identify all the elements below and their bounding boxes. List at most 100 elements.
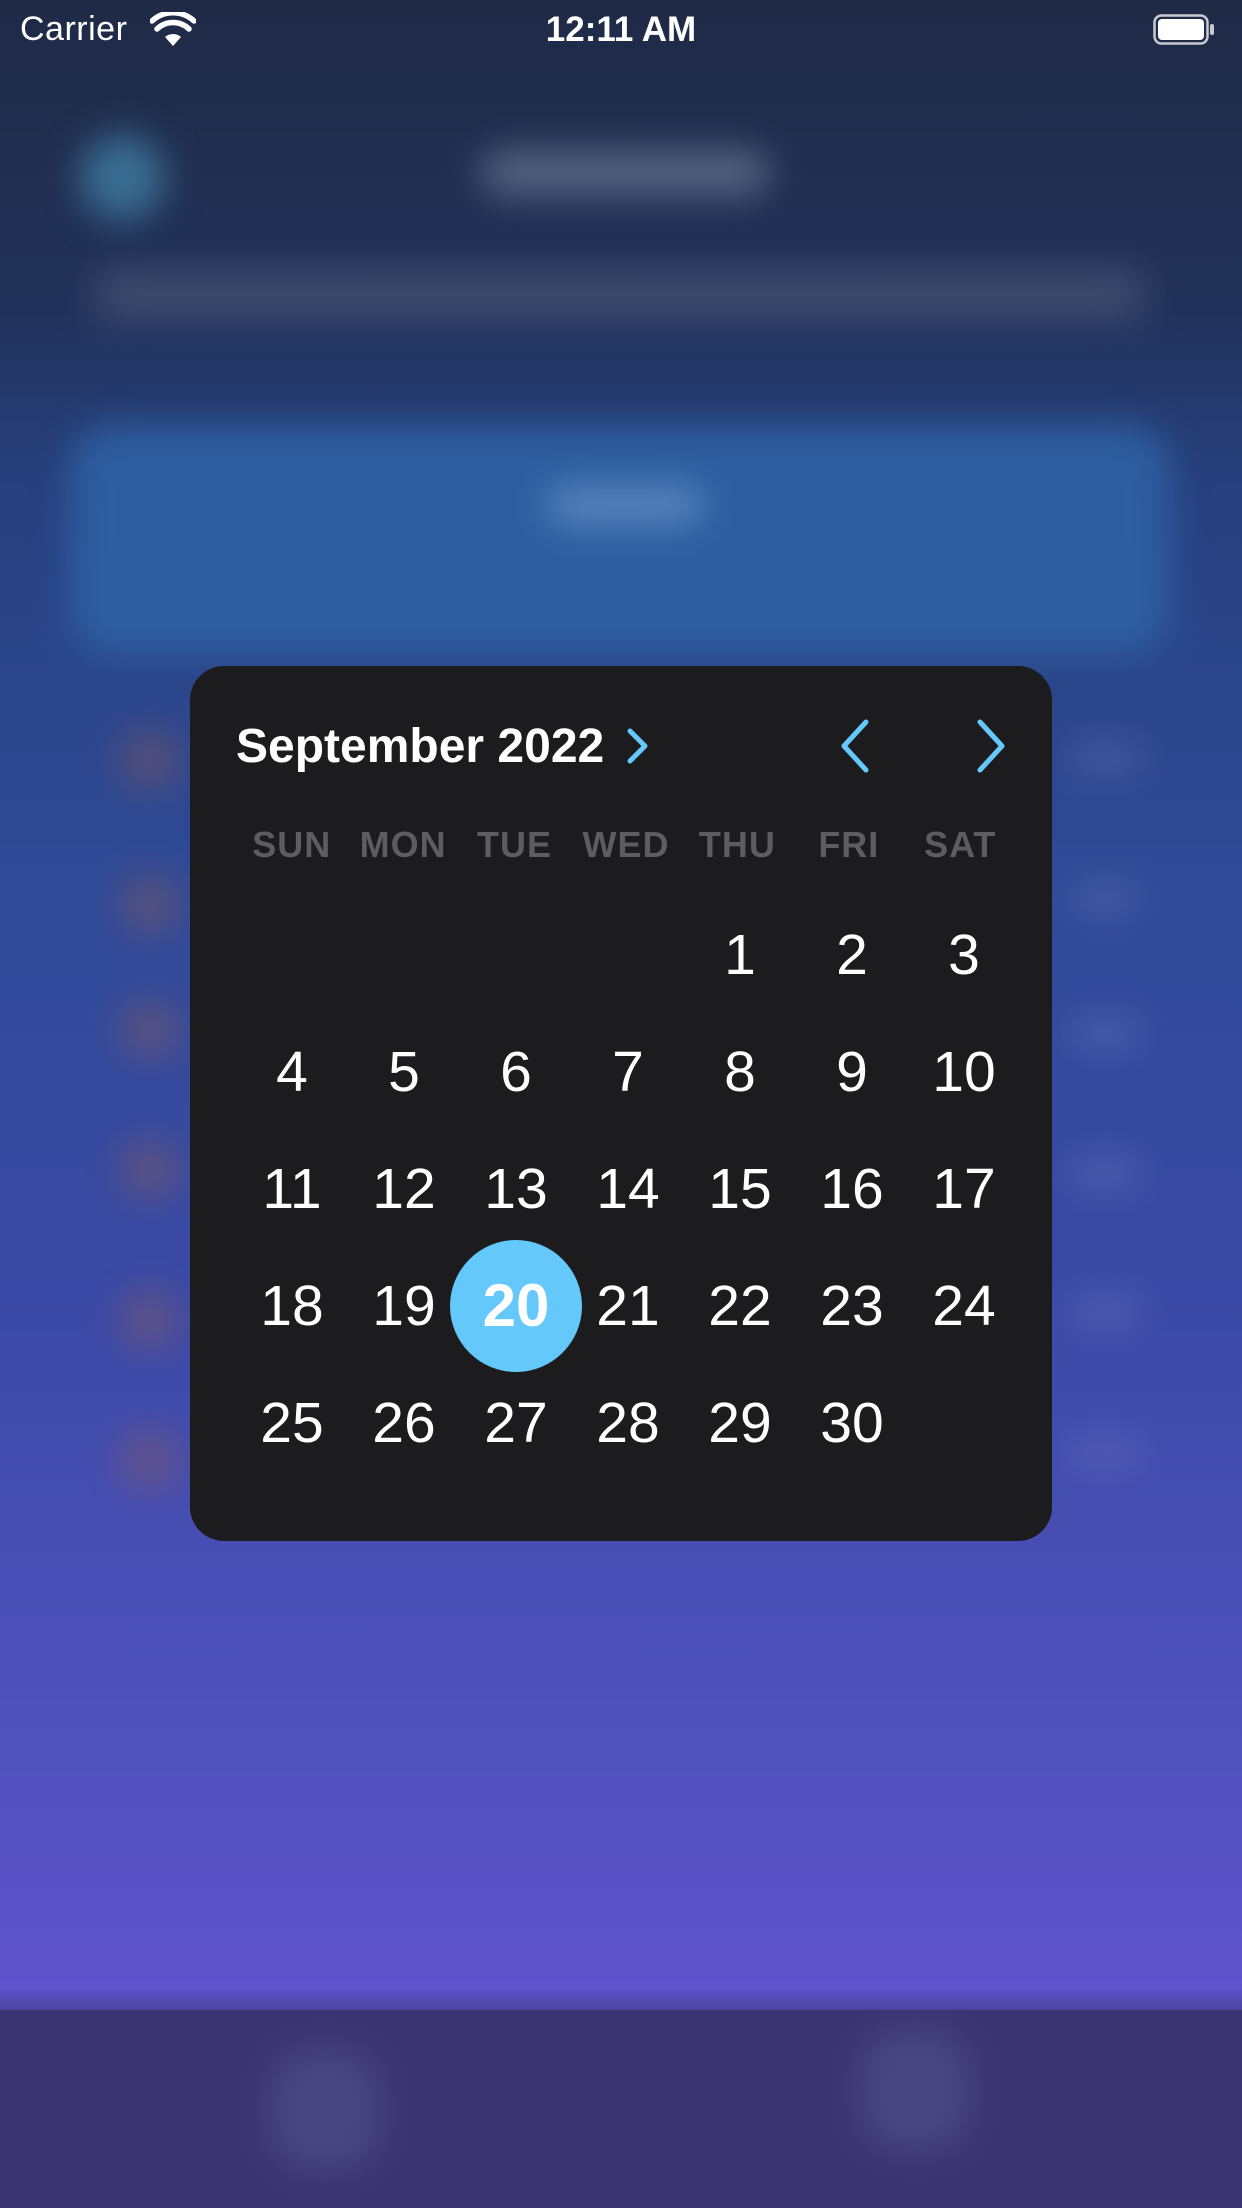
calendar-day[interactable]: 19 (348, 1247, 460, 1364)
background-list-value (1070, 1300, 1140, 1326)
background-list-dot (120, 1290, 180, 1350)
calendar-day[interactable]: 10 (908, 1013, 1020, 1130)
calendar-day-label: 26 (372, 1390, 436, 1455)
calendar-day-label: 12 (372, 1156, 436, 1221)
calendar-day-label: 28 (596, 1390, 660, 1455)
weekday-label: FRI (818, 824, 880, 865)
calendar-day[interactable]: 22 (684, 1247, 796, 1364)
background-subtitle (95, 270, 1145, 320)
chevron-right-icon (627, 728, 648, 764)
calendar-day-label: 3 (948, 922, 980, 987)
calendar-day[interactable]: 12 (348, 1130, 460, 1247)
calendar-day[interactable]: 13 (460, 1130, 572, 1247)
background-tab-item (270, 2050, 380, 2170)
calendar-day[interactable]: 1 (684, 896, 796, 1013)
calendar-empty-cell (572, 896, 684, 1013)
background-title (480, 150, 770, 195)
calendar-day-label: 11 (262, 1156, 322, 1221)
calendar-day[interactable]: 17 (908, 1130, 1020, 1247)
calendar-day[interactable]: 9 (796, 1013, 908, 1130)
calendar-day[interactable]: 28 (572, 1364, 684, 1481)
background-avatar (80, 135, 165, 220)
background-card-label (545, 485, 705, 525)
calendar-day-label: 27 (484, 1390, 548, 1455)
background-list-dot (120, 1140, 180, 1200)
calendar-day[interactable]: 2 (796, 896, 908, 1013)
background-tab-bar (0, 2010, 1242, 2208)
calendar-day[interactable]: 11 (236, 1130, 348, 1247)
calendar-day[interactable]: 30 (796, 1364, 908, 1481)
background-list-value (1070, 745, 1140, 771)
calendar-day[interactable]: 29 (684, 1364, 796, 1481)
calendar-day-label: 17 (932, 1156, 996, 1221)
calendar-day-label: 2 (836, 922, 868, 987)
calendar-day[interactable]: 27 (460, 1364, 572, 1481)
weekday-label: THU (698, 824, 776, 865)
calendar-day-label: 18 (260, 1273, 324, 1338)
calendar-day[interactable]: 8 (684, 1013, 796, 1130)
date-picker-popup: September 2022 SUN MON TUE WED THU FRI S… (190, 666, 1052, 1541)
weekday-label: SUN (252, 824, 332, 865)
battery-icon (1153, 14, 1214, 45)
calendar-day-label: 10 (932, 1039, 996, 1104)
calendar-day-label: 5 (388, 1039, 420, 1104)
background-list-dot (120, 1000, 180, 1060)
month-year-toggle-button[interactable]: September 2022 (236, 716, 650, 776)
calendar-empty-cell (236, 896, 348, 1013)
calendar-day[interactable]: 5 (348, 1013, 460, 1130)
calendar-day-label: 30 (820, 1390, 884, 1455)
calendar-day-label: 14 (596, 1156, 660, 1221)
weekday-label: TUE (477, 824, 553, 865)
calendar-day-label: 21 (596, 1273, 660, 1338)
background-card (70, 425, 1170, 655)
calendar-day-label: 8 (724, 1039, 756, 1104)
background-list-dot (120, 875, 180, 935)
chevron-right-icon (977, 719, 1005, 773)
calendar-day-label: 24 (932, 1273, 996, 1338)
next-month-button[interactable] (960, 716, 1020, 776)
calendar-day-label: 20 (482, 1272, 550, 1339)
background-list-value (1070, 1440, 1140, 1466)
calendar-day-grid: 1 2 3 4 5 6 7 8 9 10 11 12 13 14 15 16 17 18 19 20 21 22 23 24 2… (236, 896, 1020, 1481)
calendar-day-label: 25 (260, 1390, 324, 1455)
calendar-day-selected[interactable]: 20 (450, 1239, 582, 1372)
background-list-dot (120, 730, 180, 790)
calendar-day[interactable]: 3 (908, 896, 1020, 1013)
calendar-day[interactable]: 21 (572, 1247, 684, 1364)
calendar-empty-cell (460, 896, 572, 1013)
chevron-left-icon (841, 719, 869, 773)
calendar-day-label: 13 (484, 1156, 548, 1221)
calendar-day[interactable]: 25 (236, 1364, 348, 1481)
background-list-value (1070, 885, 1140, 911)
weekday-label: MON (359, 824, 447, 865)
calendar-day[interactable]: 16 (796, 1130, 908, 1247)
background-list-value (1070, 1160, 1140, 1186)
calendar-day[interactable]: 14 (572, 1130, 684, 1247)
calendar-day-label: 16 (820, 1156, 884, 1221)
calendar-day-label: 9 (836, 1039, 868, 1104)
calendar-empty-cell (908, 1364, 1020, 1481)
weekday-header: SUN MON TUE WED THU FRI SAT (236, 824, 1016, 868)
calendar-day[interactable]: 4 (236, 1013, 348, 1130)
calendar-day-label: 1 (724, 922, 756, 987)
previous-month-button[interactable] (826, 716, 886, 776)
calendar-day-label: 22 (708, 1273, 772, 1338)
calendar-day[interactable]: 26 (348, 1364, 460, 1481)
calendar-day-label: 19 (372, 1273, 436, 1338)
background-tab-item (860, 2030, 970, 2150)
calendar-day-label: 7 (612, 1039, 644, 1104)
calendar-day[interactable]: 23 (796, 1247, 908, 1364)
calendar-day[interactable]: 15 (684, 1130, 796, 1247)
background-list-value (1070, 1020, 1140, 1046)
calendar-day-label: 15 (708, 1156, 772, 1221)
status-time: 12:11 AM (545, 10, 697, 49)
calendar-day-label: 4 (276, 1039, 308, 1104)
calendar-day[interactable]: 7 (572, 1013, 684, 1130)
calendar-day[interactable]: 6 (460, 1013, 572, 1130)
status-bar: Carrier 12:11 AM (0, 0, 1242, 62)
calendar-day[interactable]: 24 (908, 1247, 1020, 1364)
calendar-day[interactable]: 18 (236, 1247, 348, 1364)
calendar-day-label: 29 (708, 1390, 772, 1455)
weekday-label: WED (582, 824, 670, 865)
month-year-label: September 2022 (236, 719, 605, 773)
